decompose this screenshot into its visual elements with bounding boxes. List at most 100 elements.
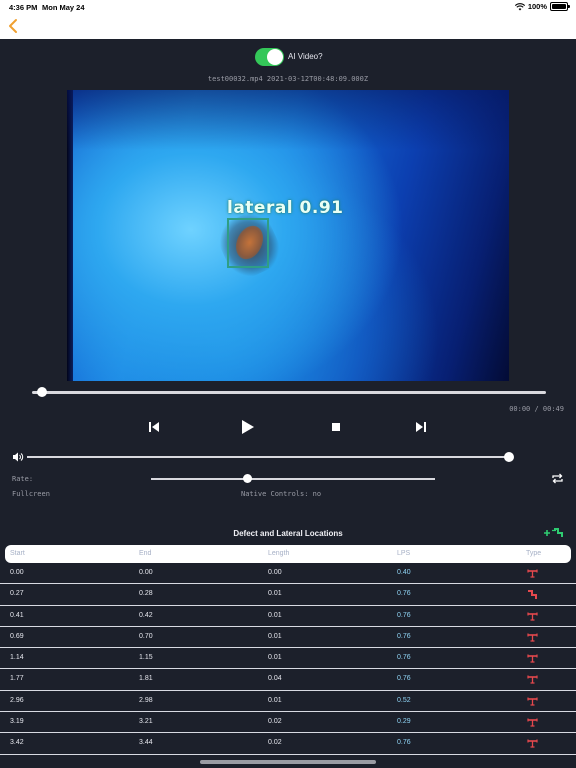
speaker-icon[interactable] (12, 451, 24, 463)
cell-start: 0.69 (10, 632, 24, 640)
video-frame[interactable]: lateral 0.91 (67, 90, 509, 381)
cell-end: 0.42 (139, 611, 153, 619)
rate-thumb[interactable] (243, 474, 252, 483)
lateral-type-icon (528, 590, 537, 600)
cell-lps: 0.40 (397, 569, 411, 576)
cell-length: 0.04 (268, 675, 282, 683)
table-row[interactable]: 2.96 2.98 0.01 0.52 (0, 691, 576, 713)
cell-lps: 0.76 (397, 590, 411, 598)
wifi-icon (514, 2, 525, 10)
skip-back-icon (149, 422, 159, 432)
cell-lps: 0.52 (397, 696, 411, 704)
table-header: Start End Length LPS Type (5, 545, 571, 563)
table-row[interactable]: 0.69 0.70 0.01 0.76 (0, 627, 576, 649)
header-start: Start (10, 550, 25, 557)
status-right: 100% (514, 2, 570, 11)
video-filename: test00032.mp4 2021-03-12T00:48:09.000Z (207, 75, 369, 83)
detection-label: lateral 0.91 (227, 198, 344, 218)
cell-length: 0.01 (268, 654, 282, 662)
cell-length: 0.00 (268, 569, 282, 576)
play-button[interactable] (236, 416, 258, 438)
table-row[interactable]: 1.14 1.15 0.01 0.76 (0, 648, 576, 670)
cell-end: 0.00 (139, 569, 153, 576)
back-chevron-icon[interactable] (5, 17, 23, 35)
cell-lps: 0.29 (397, 718, 411, 726)
status-time: 4:36 PM (9, 3, 38, 12)
header-end: End (139, 550, 152, 557)
cell-length: 0.01 (268, 696, 282, 704)
native-controls-label[interactable]: Native Controls: no (241, 490, 321, 498)
add-lateral-icon[interactable] (543, 527, 565, 539)
skip-forward-icon (416, 422, 426, 432)
battery-icon (550, 2, 570, 11)
cell-end: 0.70 (139, 632, 153, 640)
defect-type-icon (527, 633, 538, 642)
ai-video-label: AI Video? (288, 52, 323, 61)
skip-back-button[interactable] (143, 416, 165, 438)
table-row[interactable]: 3.19 3.21 0.02 0.29 (0, 712, 576, 734)
defect-type-icon (527, 739, 538, 749)
defect-type-icon (527, 569, 538, 578)
header-lps: LPS (397, 550, 411, 557)
skip-forward-button[interactable] (410, 416, 432, 438)
volume-thumb[interactable] (504, 452, 514, 462)
cell-lps: 0.76 (397, 611, 411, 619)
transport-controls (0, 416, 576, 440)
cell-length: 0.01 (268, 590, 282, 598)
nav-bar (0, 14, 576, 39)
home-indicator[interactable] (200, 760, 376, 764)
cell-end: 3.44 (139, 739, 153, 747)
cell-start: 0.27 (10, 590, 24, 598)
fullscreen-label[interactable]: Fullcreen (12, 490, 50, 498)
cell-start: 2.96 (10, 696, 24, 704)
header-length: Length (268, 550, 290, 557)
cell-end: 2.98 (139, 696, 153, 704)
table-title: Defect and Lateral Locations (233, 529, 343, 538)
stop-icon (332, 423, 340, 431)
status-bar: 4:36 PM Mon May 24 100% (0, 0, 576, 14)
cell-start: 3.42 (10, 739, 24, 747)
defect-type-icon (527, 697, 538, 706)
table-row[interactable]: 0.27 0.28 0.01 0.76 (0, 584, 576, 606)
cell-lps: 0.76 (397, 675, 411, 683)
timecode: 00:00 / 00:49 (509, 405, 564, 413)
volume-slider[interactable] (27, 452, 514, 462)
cell-length: 0.02 (268, 739, 282, 747)
cell-start: 0.00 (10, 569, 24, 576)
ai-video-toggle[interactable] (255, 48, 284, 66)
header-type: Type (526, 550, 542, 557)
table-row[interactable]: 0.41 0.42 0.01 0.76 (0, 606, 576, 627)
cell-start: 3.19 (10, 718, 24, 726)
cell-length: 0.01 (268, 632, 282, 640)
cell-lps: 0.76 (397, 739, 411, 747)
defect-type-icon (527, 612, 538, 621)
play-icon (242, 420, 254, 434)
defect-type-icon (527, 718, 538, 727)
cell-end: 3.21 (139, 718, 153, 726)
detection-box (227, 218, 269, 268)
rate-label: Rate: (12, 475, 34, 483)
location-table-body: 0.00 0.00 0.00 0.40 0.27 0.28 0.01 0.76 0.41 0.42… (0, 563, 576, 755)
defect-type-icon (527, 654, 538, 663)
seek-thumb[interactable] (37, 387, 48, 397)
defect-type-icon (527, 675, 538, 685)
cell-length: 0.01 (268, 611, 282, 619)
table-row[interactable]: 3.42 3.44 0.02 0.76 (0, 733, 576, 755)
seek-slider[interactable] (32, 387, 546, 397)
rate-slider[interactable] (151, 474, 435, 483)
cell-end: 1.15 (139, 654, 153, 662)
table-row[interactable]: 0.00 0.00 0.00 0.40 (0, 563, 576, 585)
cell-length: 0.02 (268, 718, 282, 726)
cell-start: 0.41 (10, 611, 24, 619)
battery-percent: 100% (527, 2, 547, 11)
status-date: Mon May 24 (42, 3, 85, 12)
ai-video-toggle-row: AI Video? (0, 48, 576, 68)
cell-lps: 0.76 (397, 654, 411, 662)
repeat-icon[interactable] (551, 472, 564, 485)
table-row[interactable]: 1.77 1.81 0.04 0.76 (0, 669, 576, 691)
cell-start: 1.77 (10, 675, 24, 683)
toggle-knob (267, 49, 283, 65)
stop-button[interactable] (325, 416, 347, 438)
cell-start: 1.14 (10, 654, 24, 662)
cell-lps: 0.76 (397, 632, 411, 640)
